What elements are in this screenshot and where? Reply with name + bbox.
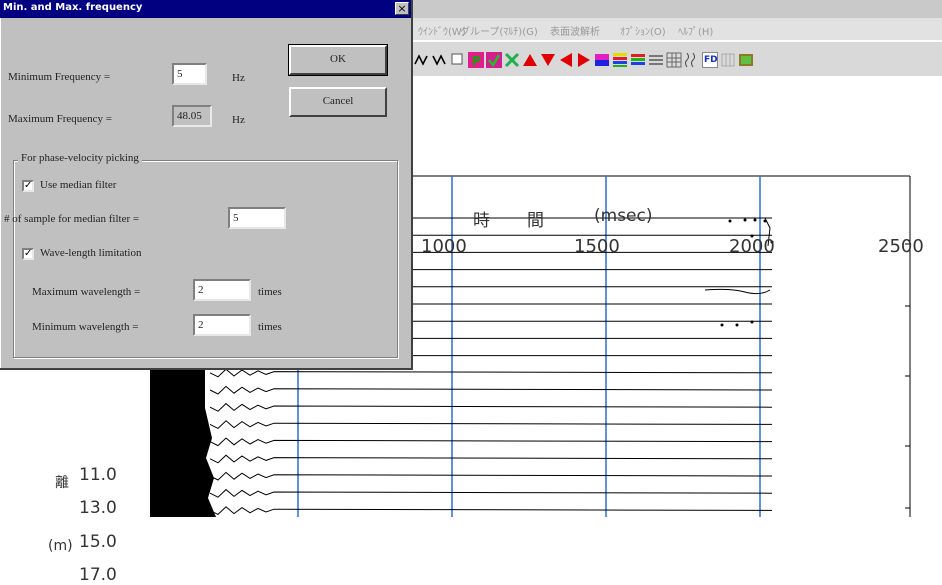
menu-window[interactable]: ｳｲﾝﾄﾞｳ(W) [418, 23, 466, 38]
cancel-button[interactable]: Cancel [289, 87, 387, 117]
max-wavelength-unit: times [258, 286, 282, 298]
menu-bar: ｳｲﾝﾄﾞｳ(W) グループ(ﾏﾙﾁ)(G) 表面波解析 ｵﾌﾟｼｮﾝ(O) ﾍ… [410, 18, 942, 40]
rgb-bars-icon[interactable] [630, 52, 646, 68]
dialog-titlebar[interactable]: Min. and Max. frequency × [0, 0, 411, 18]
max-frequency-label: Maximum Frequency = [8, 113, 112, 125]
triangle-down-icon[interactable] [540, 52, 556, 68]
time-tick-2500: 2500 [878, 236, 924, 257]
triangle-left-icon[interactable] [558, 52, 574, 68]
max-frequency-input[interactable]: 48.05 [172, 105, 212, 127]
check-icon[interactable] [486, 52, 502, 68]
max-wavelength-input[interactable]: 2 [193, 279, 251, 301]
distance-tick-13: 13.0 [79, 498, 117, 518]
time-axis-char1: 時 [473, 211, 490, 231]
menu-group[interactable]: グループ(ﾏﾙﾁ)(G) [460, 23, 538, 38]
distance-tick-11: 11.0 [79, 465, 117, 485]
color-bar-icon[interactable] [594, 52, 610, 68]
close-icon[interactable]: × [395, 2, 409, 15]
trace-line [209, 471, 773, 481]
trace-line [209, 488, 773, 498]
trace-line [209, 368, 773, 378]
gray-bars-icon[interactable] [648, 52, 664, 68]
trace-line [209, 454, 773, 464]
trace-line [209, 420, 773, 430]
max-frequency-unit: Hz [232, 114, 245, 126]
min-frequency-unit: Hz [232, 72, 245, 84]
trace-line [209, 506, 773, 516]
median-filter-label: Use median filter [40, 179, 117, 191]
svg-text:P: P [472, 54, 481, 68]
p-pick-icon[interactable]: P [468, 52, 484, 68]
cross-icon[interactable] [504, 52, 520, 68]
median-samples-input[interactable]: 5 [228, 207, 286, 229]
min-wavelength-input[interactable]: 2 [193, 314, 251, 336]
menu-help[interactable]: ﾍﾙﾌﾟ(H) [678, 23, 713, 38]
distance-tick-17: 17.0 [79, 565, 117, 585]
max-wavelength-label: Maximum wavelength = [32, 286, 141, 298]
min-wavelength-unit: times [258, 321, 282, 333]
time-axis-char2: 間 [527, 211, 544, 231]
fd-icon[interactable]: FD [702, 52, 718, 68]
wavelength-limit-checkbox[interactable]: ✓ [22, 248, 34, 260]
time-tick-2000: 2000 [729, 236, 775, 257]
wave-up-icon[interactable] [414, 52, 430, 68]
grid-icon[interactable] [666, 52, 682, 68]
trace-line [209, 437, 773, 447]
phase-velocity-group-title: For phase-velocity picking [18, 152, 142, 164]
menu-options[interactable]: ｵﾌﾟｼｮﾝ(O) [620, 23, 666, 38]
distance-tick-15: 15.0 [79, 532, 117, 552]
wiggle-icon[interactable] [684, 52, 700, 68]
median-samples-label: # of sample for median filter = [4, 213, 140, 225]
dialog-title: Min. and Max. frequency [3, 2, 143, 13]
median-filter-checkbox[interactable]: ✓ [22, 180, 34, 192]
triangle-right-icon[interactable] [576, 52, 592, 68]
trace-line [209, 402, 773, 412]
min-frequency-input[interactable]: 5 [172, 63, 207, 85]
menu-surface-wave[interactable]: 表面波解析 [550, 23, 600, 38]
color-bars-icon[interactable] [612, 52, 628, 68]
min-max-frequency-dialog: Min. and Max. frequency × Minimum Freque… [0, 0, 413, 370]
disabled-icon[interactable] [720, 52, 736, 68]
min-wavelength-label: Minimum wavelength = [32, 321, 139, 333]
distance-axis-unit: (m) [48, 538, 73, 554]
time-tick-1000: 1000 [421, 236, 467, 257]
trace-line [209, 385, 773, 395]
wave-down-icon[interactable] [432, 52, 448, 68]
ok-button[interactable]: OK [288, 44, 388, 76]
min-frequency-label: Minimum Frequency = [8, 71, 111, 83]
wavelength-limit-label: Wave-length limitation [40, 247, 142, 259]
image-icon[interactable] [738, 52, 754, 68]
trace-fill-block [150, 368, 205, 517]
time-axis-unit: (msec) [594, 206, 653, 226]
triangle-up-icon[interactable] [522, 52, 538, 68]
distance-axis-char: 離 [55, 475, 69, 491]
select-icon[interactable] [450, 52, 466, 68]
time-tick-1500: 1500 [574, 236, 620, 257]
